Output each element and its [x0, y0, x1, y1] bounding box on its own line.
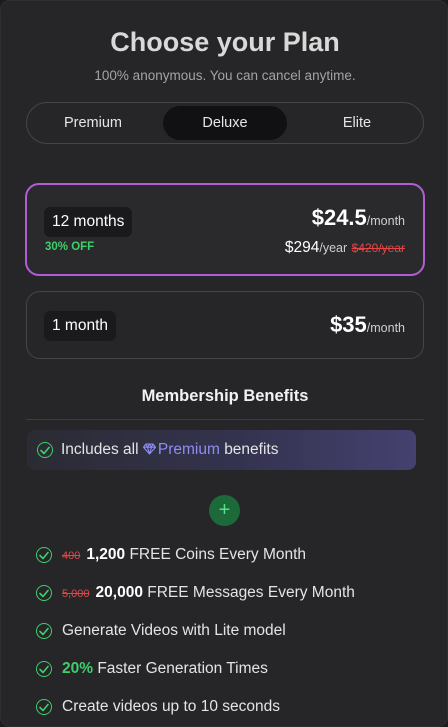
benefit-text: FREE Messages Every Month [147, 584, 355, 601]
tier-tabs: Premium Deluxe Elite [26, 102, 424, 144]
benefit-item: 20% Faster Generation Times [62, 660, 268, 678]
original-yearly-price: $420/year [351, 241, 405, 255]
tab-deluxe[interactable]: Deluxe [163, 106, 287, 140]
plus-icon: + [209, 495, 240, 526]
divider [26, 419, 424, 420]
benefit-item: 400 1,200 FREE Coins Every Month [62, 546, 306, 564]
new-value: 20,000 [95, 584, 143, 601]
tab-premium[interactable]: Premium [31, 106, 155, 140]
price-value: $35 [330, 312, 367, 337]
includes-suffix: benefits [224, 441, 279, 458]
plan-modal: Choose your Plan 100% anonymous. You can… [0, 0, 448, 727]
page-subtitle: 100% anonymous. You can cancel anytime. [94, 68, 356, 83]
yearly-price: $294/year $420/year [285, 239, 405, 257]
yearly-price-value: $294 [284, 239, 320, 256]
benefit-text: FREE Coins Every Month [129, 546, 307, 563]
check-circle-icon [36, 547, 52, 563]
benefits-title: Membership Benefits [141, 387, 309, 405]
benefit-item: Generate Videos with Lite model [62, 622, 286, 639]
price-value: $24.5 [311, 205, 367, 230]
discount-label: 30% OFF [45, 241, 95, 253]
gem-icon [142, 442, 156, 460]
tab-elite[interactable]: Elite [295, 106, 419, 140]
highlight-value: 20% [62, 660, 94, 677]
includes-prefix: Includes all [61, 441, 139, 458]
plan-card-12-months[interactable]: 12 months 30% OFF $24.5/month $294/year … [25, 183, 425, 276]
benefit-text: Faster Generation Times [97, 660, 268, 677]
check-circle-icon [36, 699, 52, 715]
monthly-price: $24.5/month [312, 205, 405, 231]
plan-duration-badge: 12 months [44, 207, 133, 237]
check-circle-icon [36, 585, 52, 601]
price-unit: /month [366, 214, 405, 228]
new-value: 1,200 [86, 546, 126, 563]
includes-text: Includes all Premium benefits [61, 441, 278, 460]
old-value: 400 [62, 550, 81, 562]
plan-duration-badge: 1 month [44, 311, 117, 341]
benefit-item: 5,000 20,000 FREE Messages Every Month [62, 584, 355, 602]
premium-tier-link: Premium [157, 441, 220, 458]
monthly-price: $35/month [330, 312, 405, 338]
price-unit: /month [366, 321, 405, 335]
old-value: 5,000 [62, 588, 90, 600]
check-circle-icon [36, 623, 52, 639]
benefit-item: Create videos up to 10 seconds [62, 698, 280, 715]
page-title: Choose your Plan [110, 27, 340, 57]
yearly-price-unit: /year [319, 241, 348, 255]
includes-premium-banner: Includes all Premium benefits [27, 430, 416, 470]
check-circle-icon [37, 442, 53, 458]
check-circle-icon [36, 661, 52, 677]
plan-card-1-month[interactable]: 1 month $35/month [26, 291, 424, 359]
